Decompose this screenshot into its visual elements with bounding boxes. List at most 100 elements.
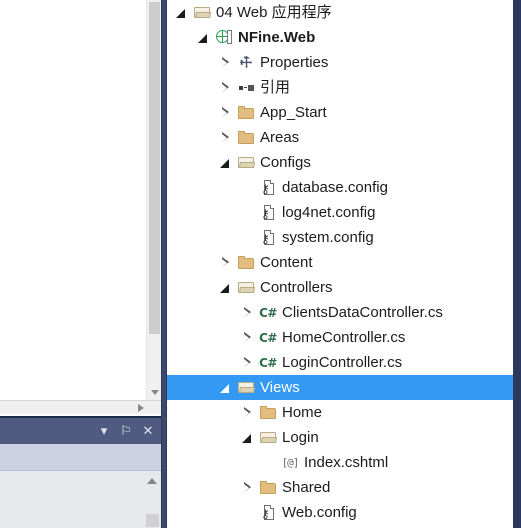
tree-node-label: Login [282, 429, 319, 446]
expander-none [240, 200, 254, 225]
expander-none [240, 175, 254, 200]
pin-icon[interactable]: ⚐ [119, 423, 133, 439]
expander-collapsed-icon[interactable] [218, 100, 232, 125]
expander-none [262, 450, 276, 475]
tree-node-label: Shared [282, 479, 331, 496]
expander-expanded-icon[interactable] [174, 0, 188, 25]
config-file-icon: ⚷ [259, 504, 277, 522]
left-vertical-scrollbar-thumb[interactable] [149, 2, 160, 334]
razor-file-icon: [@] [281, 456, 300, 469]
tree-node-label: HomeController.cs [282, 329, 406, 346]
expander-collapsed-icon[interactable] [218, 50, 232, 75]
tree-node-log4net-config[interactable]: ⚷ log4net.config [167, 200, 513, 225]
tree-node-label: NFine.Web [238, 29, 316, 46]
tool-window-titlebar: ▾ ⚐ ✕ [0, 418, 161, 444]
tree-node-label: log4net.config [282, 204, 376, 221]
folder-closed-icon [237, 104, 255, 122]
expander-expanded-icon[interactable] [240, 425, 254, 450]
tree-node-login[interactable]: Login [167, 425, 513, 450]
left-horizontal-scrollbar[interactable] [0, 400, 161, 414]
expander-none [240, 500, 254, 525]
tree-node-app-start[interactable]: App_Start [167, 100, 513, 125]
solution-explorer-tree[interactable]: 04 Web 应用程序 NFine.Web ⚒ Properties 引用 App_Sta… [167, 0, 513, 528]
expander-expanded-icon[interactable] [218, 375, 232, 400]
tree-node-label: database.config [282, 179, 388, 196]
folder-closed-icon [259, 479, 277, 497]
expander-collapsed-icon[interactable] [240, 475, 254, 500]
left-vertical-scrollbar[interactable] [146, 0, 161, 400]
web-project-globe-icon [215, 29, 233, 47]
tree-node-logincontroller-cs[interactable]: C# LoginController.cs [167, 350, 513, 375]
config-file-icon: ⚷ [259, 179, 277, 197]
tree-node-nfine-web[interactable]: NFine.Web [167, 25, 513, 50]
scroll-up-arrow-icon[interactable] [145, 475, 159, 487]
tree-node-home[interactable]: Home [167, 400, 513, 425]
solution-explorer-screenshot: ▾ ⚐ ✕ 04 Web 应用程序 NFine.Web ⚒ Properties 引用 A… [0, 0, 521, 528]
tree-node-label: ClientsDataController.cs [282, 304, 443, 321]
expander-expanded-icon[interactable] [218, 150, 232, 175]
tree-node-04-web[interactable]: 04 Web 应用程序 [167, 0, 513, 25]
wrench-icon: ⚒ [235, 52, 256, 73]
tree-node-label: Areas [260, 129, 300, 146]
tree-node-index-cshtml[interactable]: [@] Index.cshtml [167, 450, 513, 475]
tree-node-areas[interactable]: Areas [167, 125, 513, 150]
left-document-area [0, 0, 146, 400]
scrollbar-corner-box [146, 514, 159, 527]
tool-window: ▾ ⚐ ✕ [0, 416, 161, 528]
expander-collapsed-icon[interactable] [218, 75, 232, 100]
tree-node-label: Configs [260, 154, 311, 171]
csharp-file-icon: C# [259, 355, 277, 370]
tree-node-label: 04 Web 应用程序 [216, 4, 332, 21]
folder-closed-icon [237, 129, 255, 147]
window-right-border [513, 0, 521, 528]
tree-node-shared[interactable]: Shared [167, 475, 513, 500]
references-icon [237, 79, 255, 97]
tree-node-properties[interactable]: ⚒ Properties [167, 50, 513, 75]
tree-node-label: LoginController.cs [282, 354, 403, 371]
tree-node-[interactable]: 引用 [167, 75, 513, 100]
expander-expanded-icon[interactable] [218, 275, 232, 300]
left-panel: ▾ ⚐ ✕ [0, 0, 161, 528]
folder-open-icon [259, 429, 277, 447]
tree-node-label: Controllers [260, 279, 333, 296]
csharp-file-icon: C# [259, 330, 277, 345]
tree-node-web-config[interactable]: ⚷ Web.config [167, 500, 513, 525]
expander-collapsed-icon[interactable] [240, 350, 254, 375]
tool-window-toolbar [0, 444, 161, 471]
tree-node-label: system.config [282, 229, 374, 246]
config-file-icon: ⚷ [259, 229, 277, 247]
tree-node-homecontroller-cs[interactable]: C# HomeController.cs [167, 325, 513, 350]
tree-node-system-config[interactable]: ⚷ system.config [167, 225, 513, 250]
tree-node-configs[interactable]: Configs [167, 150, 513, 175]
tree-node-label: 引用 [260, 79, 291, 96]
tree-node-views[interactable]: Views [167, 375, 513, 400]
expander-none [240, 225, 254, 250]
tree-node-content[interactable]: Content [167, 250, 513, 275]
expander-collapsed-icon[interactable] [240, 325, 254, 350]
folder-open-icon [237, 154, 255, 172]
folder-closed-icon [237, 254, 255, 272]
folder-open-icon [193, 4, 211, 22]
expander-collapsed-icon[interactable] [218, 250, 232, 275]
tree-node-label: Views [260, 379, 300, 396]
scroll-right-arrow-icon[interactable] [135, 403, 147, 413]
chevron-down-icon[interactable]: ▾ [97, 423, 111, 439]
tree-node-database-config[interactable]: ⚷ database.config [167, 175, 513, 200]
expander-collapsed-icon[interactable] [240, 300, 254, 325]
folder-open-icon [237, 279, 255, 297]
tree-node-label: Web.config [282, 504, 357, 521]
expander-collapsed-icon[interactable] [240, 400, 254, 425]
csharp-file-icon: C# [259, 305, 277, 320]
tool-window-body [0, 471, 161, 528]
tree-node-label: Properties [260, 54, 329, 71]
tree-node-label: Index.cshtml [304, 454, 389, 471]
folder-closed-icon [259, 404, 277, 422]
expander-collapsed-icon[interactable] [218, 125, 232, 150]
config-file-icon: ⚷ [259, 204, 277, 222]
scroll-down-arrow-icon[interactable] [147, 384, 162, 400]
tree-node-clientsdatacontroller-cs[interactable]: C# ClientsDataController.cs [167, 300, 513, 325]
expander-expanded-icon[interactable] [196, 25, 210, 50]
tree-node-label: Content [260, 254, 313, 271]
close-icon[interactable]: ✕ [141, 423, 155, 439]
tree-node-controllers[interactable]: Controllers [167, 275, 513, 300]
